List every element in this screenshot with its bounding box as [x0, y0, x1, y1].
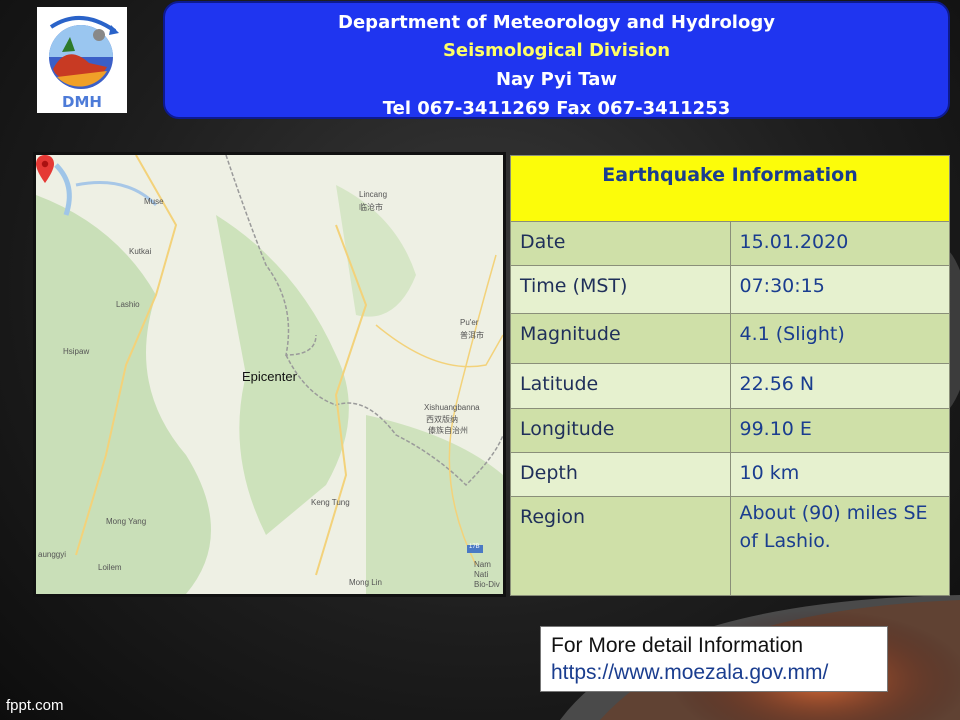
map-label-xishuangbanna-cn2: 傣族自治州 — [428, 426, 468, 435]
map-label-bio-div: Bio-Div — [474, 580, 500, 589]
more-info-text: For More detail Information — [551, 634, 804, 657]
map-label-nati: Nati — [474, 570, 489, 579]
row-label-date: Date — [510, 221, 731, 266]
city-name: Nay Pyi Taw — [495, 69, 618, 90]
map-label-loilem: Loilem — [98, 563, 122, 572]
map-label-keng-tung: Keng Tung — [311, 498, 350, 507]
table-row: Magnitude 4.1 (Slight) — [510, 313, 950, 364]
map-label-puer: Pu'er — [460, 318, 479, 327]
moezala-link[interactable]: https://www.moezala.gov.mm/ — [551, 659, 877, 686]
row-label-depth: Depth — [510, 452, 731, 497]
map-label-route: 17B — [469, 544, 480, 550]
map-label-puer-cn: 普洱市 — [460, 331, 484, 340]
header-banner: Department of Meteorology and Hydrology … — [163, 1, 950, 119]
map-label-hsipaw: Hsipaw — [63, 347, 90, 356]
table-row: Longitude 99.10 E — [510, 408, 950, 453]
map-label-taunggyi: aunggyi — [38, 550, 67, 559]
row-value-time: 07:30:15 — [729, 265, 950, 314]
table-row: Depth 10 km — [510, 452, 950, 497]
row-value-region: About (90) miles SE of Lashio. — [729, 496, 950, 596]
earthquake-info-table: Earthquake Information Date 15.01.2020 T… — [510, 155, 950, 596]
table-row: Time (MST) 07:30:15 — [510, 265, 950, 314]
table-row: Date 15.01.2020 — [510, 221, 950, 266]
map-label-mong-yang: Mong Yang — [106, 517, 147, 526]
table-row: Region About (90) miles SE of Lashio. — [510, 496, 950, 596]
map-label-mong-lin: Mong Lin — [349, 578, 382, 587]
table-row: Latitude 22.56 N — [510, 363, 950, 409]
map-label-kutkai: Kutkai — [129, 247, 152, 256]
row-value-depth: 10 km — [729, 452, 950, 497]
row-value-magnitude: 4.1 (Slight) — [729, 313, 950, 364]
map-pin-icon — [36, 155, 54, 183]
row-value-latitude: 22.56 N — [729, 363, 950, 409]
map-label-lincang-cn: 临沧市 — [359, 203, 383, 212]
contact-numbers: Tel 067-3411269 Fax 067-3411253 — [382, 98, 731, 119]
map-label-lashio: Lashio — [116, 300, 140, 309]
row-label-magnitude: Magnitude — [510, 313, 731, 364]
logo-text: DMH — [62, 93, 102, 111]
epicenter-map: Muse Lincang 临沧市 Kutkai Lashio Hsipaw Pu… — [33, 152, 506, 597]
map-label-nam: Nam — [474, 560, 491, 569]
map-label-lincang: Lincang — [359, 190, 388, 199]
more-info-box: For More detail Information https://www.… — [540, 626, 888, 692]
map-label-xishuangbanna-cn1: 西双版纳 — [426, 415, 458, 424]
table-title: Earthquake Information — [510, 155, 950, 222]
division-name: Seismological Division — [442, 40, 671, 61]
row-label-time: Time (MST) — [510, 265, 731, 314]
footer-credit: fppt.com — [6, 697, 64, 714]
map-label-muse: Muse — [144, 197, 164, 206]
map-label-xishuangbanna: Xishuangbanna — [424, 403, 480, 412]
department-name: Department of Meteorology and Hydrology — [338, 12, 775, 33]
row-value-longitude: 99.10 E — [729, 408, 950, 453]
row-value-date: 15.01.2020 — [729, 221, 950, 266]
row-label-longitude: Longitude — [510, 408, 731, 453]
row-label-latitude: Latitude — [510, 363, 731, 409]
dmh-logo: DMH — [37, 7, 127, 113]
row-label-region: Region — [510, 496, 731, 596]
epicenter-label: Epicenter — [242, 369, 297, 384]
